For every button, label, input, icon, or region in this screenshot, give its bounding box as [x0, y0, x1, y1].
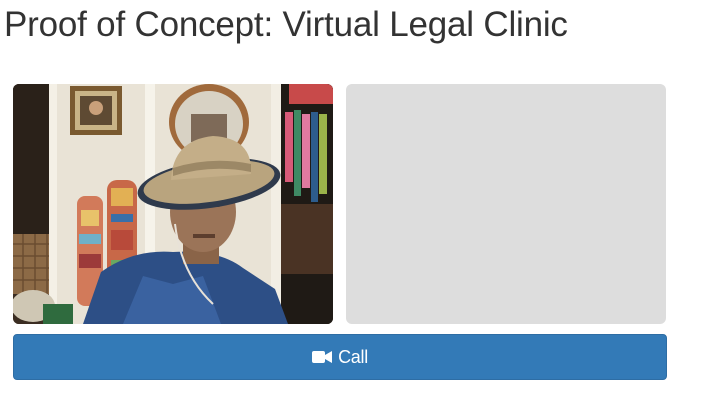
page-title: Proof of Concept: Virtual Legal Clinic [4, 5, 568, 44]
call-button-label: Call [338, 346, 368, 367]
call-button[interactable]: Call [13, 334, 667, 380]
local-video-feed [13, 84, 333, 324]
video-camera-icon [312, 350, 333, 364]
remote-video-placeholder [346, 84, 666, 324]
